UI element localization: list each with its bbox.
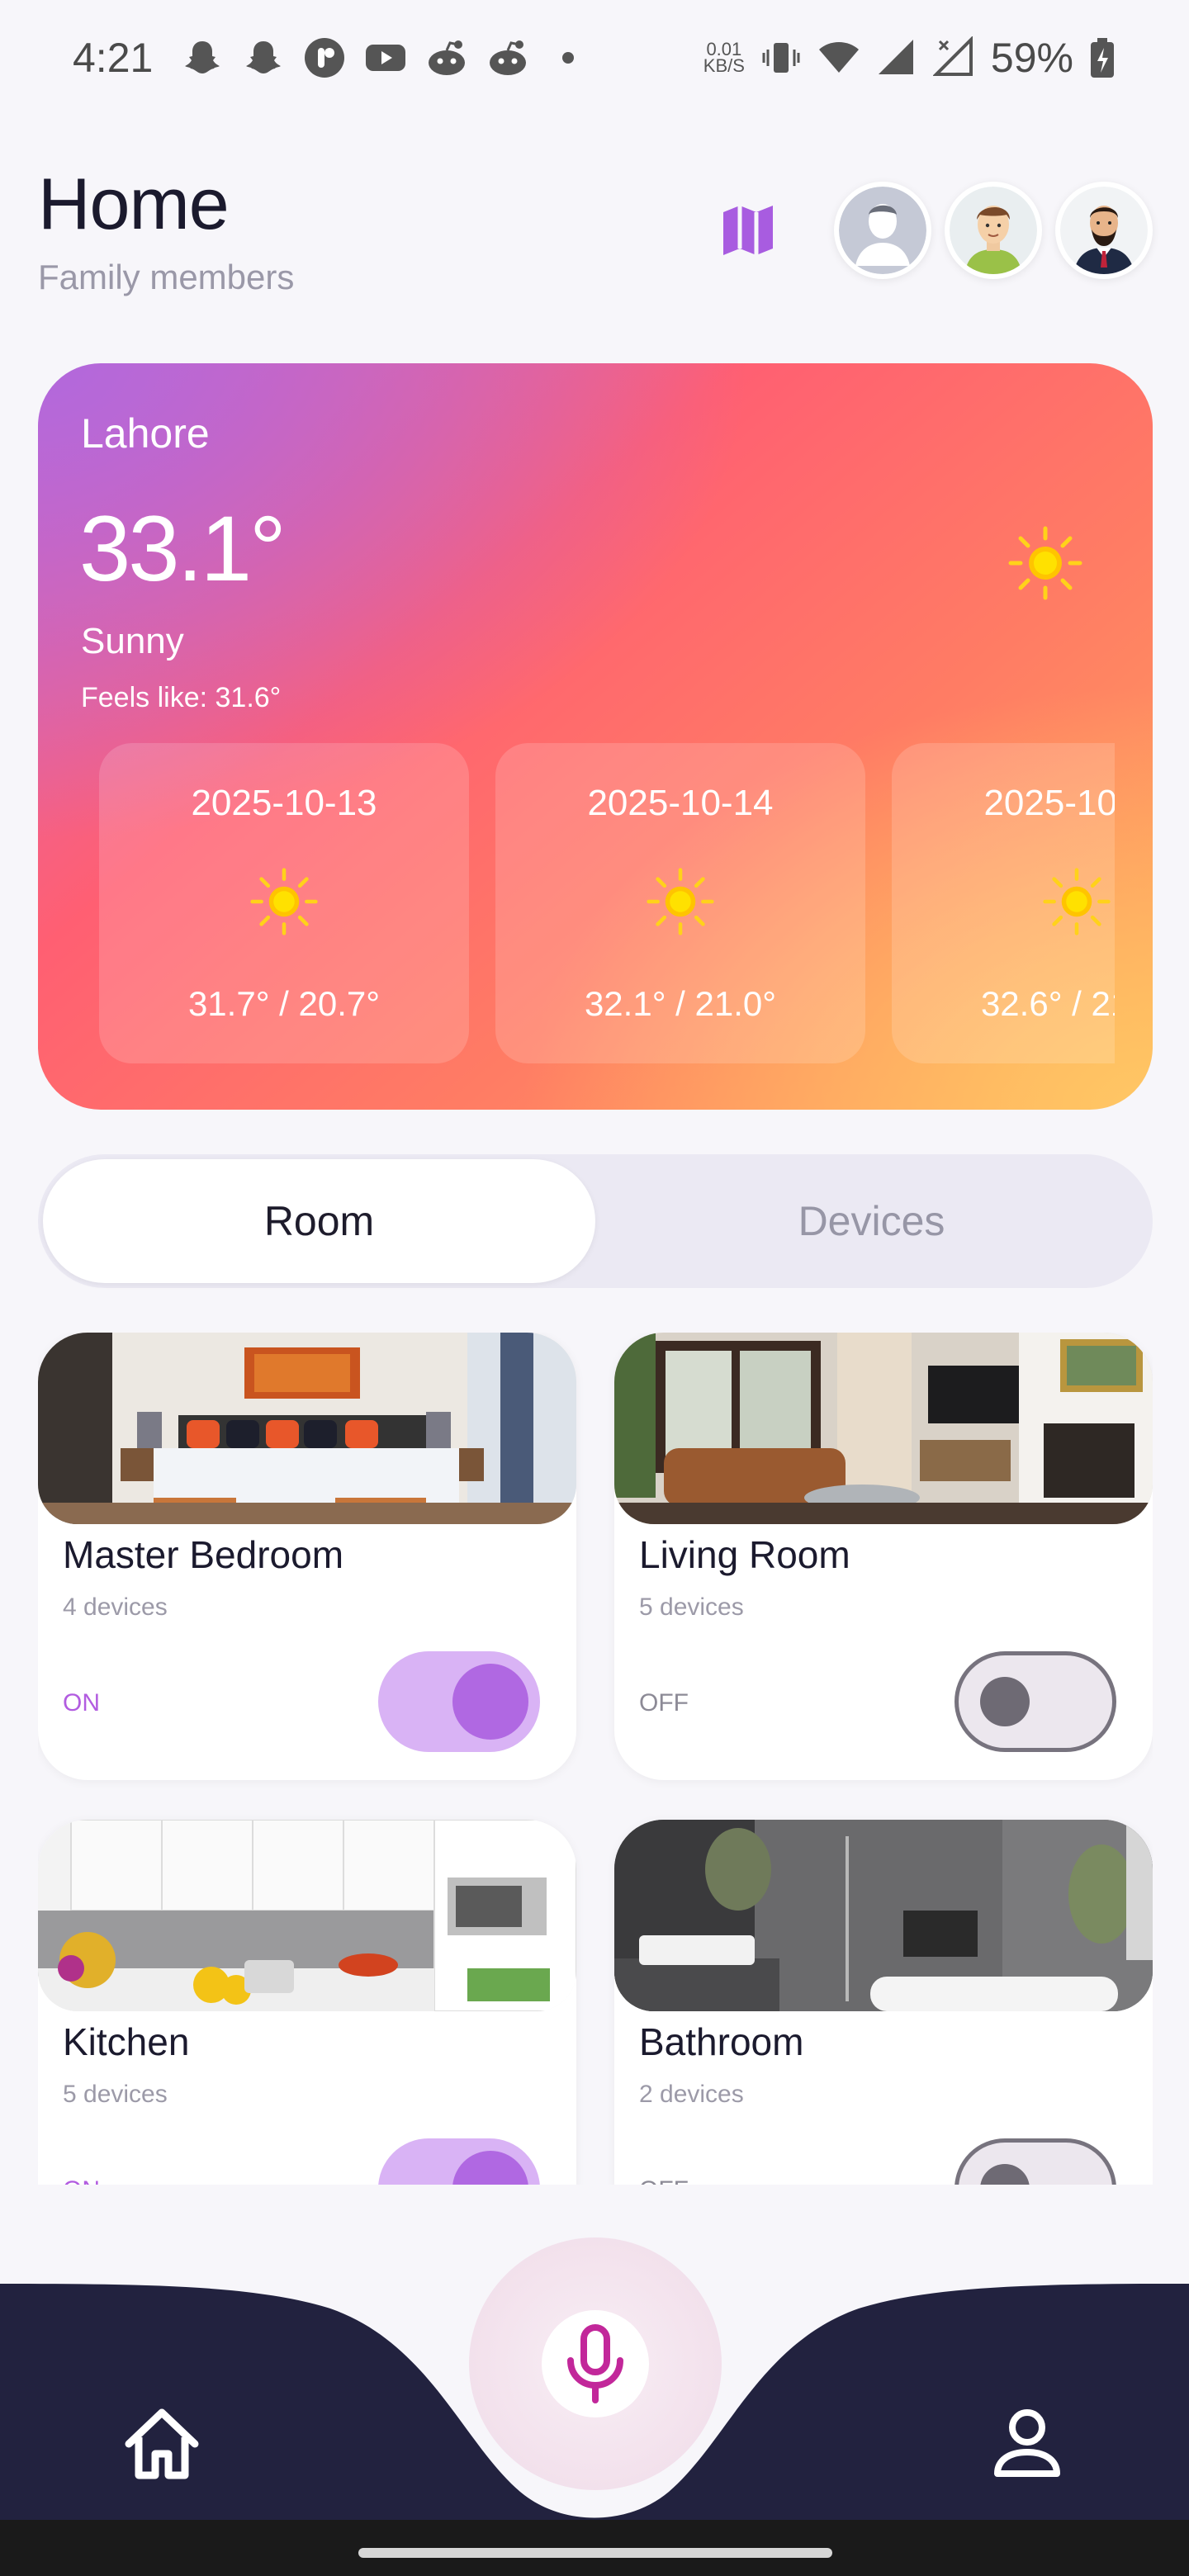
room-card-master-bedroom[interactable]: Master Bedroom 4 devices ON	[38, 1333, 576, 1780]
profile-icon[interactable]	[988, 2403, 1067, 2482]
default-avatar-icon	[839, 187, 926, 274]
mic-button-inner	[542, 2310, 649, 2417]
room-power-toggle[interactable]	[378, 1651, 540, 1752]
forecast-temp-range: 31.7° / 20.7°	[187, 984, 381, 1023]
rooms-grid[interactable]: Master Bedroom 4 devices ON Living Room …	[38, 1333, 1153, 2185]
avatar-member-3[interactable]	[1055, 182, 1153, 279]
snapchat-icon	[185, 41, 220, 73]
wifi-icon	[818, 42, 859, 73]
weather-feels-like: Feels like: 31.6°	[81, 682, 282, 713]
forecast-temp-range: 32.6° / 21.2°	[980, 984, 1115, 1023]
signal-icon	[878, 40, 913, 74]
room-device-count: 4 devices	[63, 1593, 168, 1621]
forecast-strip[interactable]: 2025-10-13 31.7° / 20.7° 2025-10-14 32.1…	[99, 743, 1115, 1067]
room-status-label: OFF	[639, 2176, 689, 2185]
room-power-toggle[interactable]	[955, 2138, 1116, 2185]
room-devices-toggle: Room Devices	[38, 1154, 1153, 1288]
weather-card[interactable]: Lahore 33.1° Sunny Feels like: 31.6° 202…	[38, 363, 1153, 1110]
room-power-toggle[interactable]	[378, 2138, 540, 2185]
mic-icon	[567, 2324, 623, 2403]
room-name: Master Bedroom	[63, 1533, 344, 1576]
tab-devices[interactable]: Devices	[595, 1159, 1148, 1283]
room-name: Kitchen	[63, 2020, 190, 2063]
kitchen-photo	[38, 1820, 576, 2011]
gesture-handle[interactable]	[358, 2548, 832, 2558]
net-speed: 0.01 KB/S	[703, 40, 745, 76]
weather-city: Lahore	[81, 410, 210, 457]
sun-icon	[1008, 526, 1082, 600]
room-status-label: ON	[63, 2176, 100, 2185]
home-icon[interactable]	[121, 2403, 203, 2485]
toggle-knob	[452, 2151, 528, 2185]
reddit-icon	[429, 40, 466, 75]
room-card-bathroom[interactable]: Bathroom 2 devices OFF	[614, 1820, 1153, 2185]
net-speed-unit: KB/S	[703, 55, 745, 76]
man-avatar-icon	[950, 187, 1037, 274]
room-device-count: 5 devices	[63, 2081, 168, 2108]
businessman-avatar-icon	[1060, 187, 1148, 274]
room-name: Bathroom	[639, 2020, 804, 2063]
room-device-count: 5 devices	[639, 1593, 744, 1621]
bedroom-photo	[38, 1333, 576, 1524]
room-name: Living Room	[639, 1533, 850, 1576]
room-card-living-room[interactable]: Living Room 5 devices OFF	[614, 1333, 1153, 1780]
avatar-member-1[interactable]	[834, 182, 931, 279]
voice-assistant-button[interactable]	[469, 2237, 722, 2490]
toggle-knob	[980, 1677, 1030, 1726]
reddit-icon	[490, 40, 527, 75]
room-device-count: 2 devices	[639, 2081, 744, 2108]
room-card-kitchen[interactable]: Kitchen 5 devices ON	[38, 1820, 576, 2185]
youtube-icon	[366, 45, 406, 71]
map-button[interactable]	[713, 196, 783, 265]
forecast-card[interactable]: 2025-10-14 32.1° / 21.0°	[495, 743, 865, 1063]
forecast-date: 2025-10-13	[191, 783, 377, 823]
sun-icon	[250, 868, 318, 935]
living-room-photo	[614, 1333, 1153, 1524]
vibrate-icon	[762, 43, 800, 73]
app-icon	[305, 38, 345, 78]
weather-condition: Sunny	[81, 621, 184, 661]
battery-charging-icon	[1091, 38, 1114, 78]
room-power-toggle[interactable]	[955, 1651, 1116, 1752]
forecast-date: 2025-10-14	[587, 783, 774, 823]
header: Home Family members	[38, 162, 1153, 327]
status-bar: 4:21 0.01 KB/S 59%	[0, 0, 1189, 116]
forecast-temp-range: 32.1° / 21.0°	[584, 984, 777, 1023]
map-icon	[723, 206, 773, 255]
toggle-knob	[980, 2164, 1030, 2185]
sun-icon	[1043, 868, 1111, 935]
room-status-label: ON	[63, 1689, 100, 1717]
status-time: 4:21	[73, 35, 154, 81]
forecast-card[interactable]: 2025-10-15 32.6° / 21.2°	[892, 743, 1115, 1063]
room-status-label: OFF	[639, 1689, 689, 1717]
sun-icon	[647, 868, 714, 935]
battery-percent: 59%	[990, 35, 1073, 81]
snapchat-icon	[246, 41, 282, 73]
tab-room[interactable]: Room	[43, 1159, 595, 1283]
signal-no-data-icon	[932, 36, 973, 76]
more-notifications-dot	[562, 52, 575, 64]
weather-temperature: 33.1°	[79, 497, 287, 600]
bottom-navigation	[0, 2219, 1189, 2576]
forecast-card[interactable]: 2025-10-13 31.7° / 20.7°	[99, 743, 469, 1063]
toggle-knob	[452, 1664, 528, 1740]
forecast-date: 2025-10-15	[983, 783, 1115, 823]
avatar-member-2[interactable]	[945, 182, 1042, 279]
header-actions	[713, 182, 1153, 279]
bathroom-photo	[614, 1820, 1153, 2011]
